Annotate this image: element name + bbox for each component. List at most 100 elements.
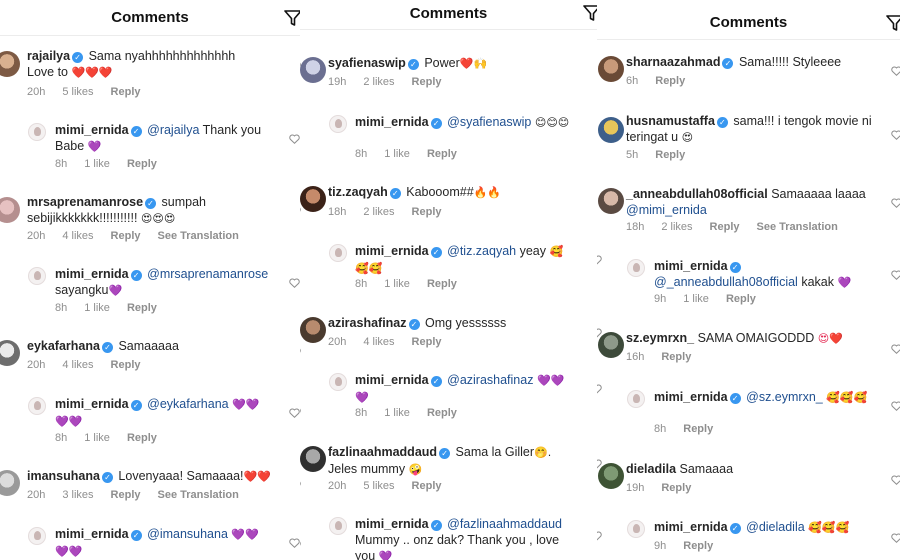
comment-likes[interactable]: 2 likes xyxy=(661,221,692,233)
heart-outline-icon[interactable] xyxy=(597,255,602,265)
mention-link[interactable]: @mimi_ernida xyxy=(626,203,707,217)
heart-outline-icon[interactable] xyxy=(289,278,300,288)
avatar[interactable] xyxy=(28,123,46,141)
comment-likes[interactable]: 1 like xyxy=(84,432,110,444)
heart-outline-icon[interactable] xyxy=(289,408,300,418)
comment-username[interactable]: mimi_ernida xyxy=(55,123,129,137)
avatar[interactable] xyxy=(0,340,20,366)
heart-outline-icon[interactable] xyxy=(891,344,900,354)
comment-likes[interactable]: 5 likes xyxy=(363,480,394,492)
avatar[interactable] xyxy=(28,267,46,285)
heart-outline-icon[interactable] xyxy=(597,531,602,541)
reply-button[interactable]: Reply xyxy=(661,482,691,494)
reply-button[interactable]: Reply xyxy=(111,359,141,371)
comment-likes[interactable]: 3 likes xyxy=(62,489,93,501)
comment-username[interactable]: husnamustaffa xyxy=(626,114,715,128)
heart-outline-icon[interactable] xyxy=(597,384,602,394)
heart-outline-icon[interactable] xyxy=(300,540,301,550)
reply-button[interactable]: Reply xyxy=(127,302,157,314)
mention-link[interactable]: @tiz.zaqyah xyxy=(447,244,516,258)
avatar[interactable] xyxy=(0,51,20,77)
comment-likes[interactable]: 4 likes xyxy=(62,359,93,371)
comment-username[interactable]: mimi_ernida xyxy=(355,115,429,129)
mention-link[interactable]: @_anneabdullah08official xyxy=(654,275,798,289)
heart-outline-icon[interactable] xyxy=(300,206,301,216)
mention-link[interactable]: @fazlinaahmaddaud xyxy=(447,517,562,531)
avatar[interactable] xyxy=(329,517,347,535)
comment-username[interactable]: mimi_ernida xyxy=(654,259,728,273)
comment-username[interactable]: mimi_ernida xyxy=(355,373,429,387)
reply-button[interactable]: Reply xyxy=(726,293,756,305)
comment-likes[interactable]: 2 likes xyxy=(363,206,394,218)
reply-button[interactable]: Reply xyxy=(683,540,713,552)
heart-outline-icon[interactable] xyxy=(300,407,301,417)
comment-username[interactable]: mimi_ernida xyxy=(55,267,129,281)
filter-icon[interactable] xyxy=(886,14,900,32)
mention-link[interactable]: @imansuhana xyxy=(147,527,228,541)
heart-outline-icon[interactable] xyxy=(891,401,900,411)
comment-username[interactable]: mimi_ernida xyxy=(654,520,728,534)
reply-button[interactable]: Reply xyxy=(111,230,141,242)
comment-likes[interactable]: 1 like xyxy=(84,302,110,314)
avatar[interactable] xyxy=(598,332,624,358)
heart-outline-icon[interactable] xyxy=(891,130,900,140)
reply-button[interactable]: Reply xyxy=(710,221,740,233)
mention-link[interactable]: @sz.eymrxn_ xyxy=(746,390,823,404)
see-translation-link[interactable]: See Translation xyxy=(757,221,838,233)
comment-likes[interactable]: 1 like xyxy=(84,158,110,170)
heart-outline-icon[interactable] xyxy=(289,134,300,144)
heart-outline-icon[interactable] xyxy=(891,270,900,280)
heart-outline-icon[interactable] xyxy=(289,538,300,548)
comment-username[interactable]: mimi_ernida xyxy=(55,397,129,411)
mention-link[interactable]: @dieladila xyxy=(746,520,805,534)
reply-button[interactable]: Reply xyxy=(427,407,457,419)
mention-link[interactable]: @rajailya xyxy=(147,123,199,137)
comment-username[interactable]: azirashafinaz xyxy=(328,316,407,330)
heart-outline-icon[interactable] xyxy=(891,533,900,543)
avatar[interactable] xyxy=(598,117,624,143)
comment-username[interactable]: mimi_ernida xyxy=(355,244,429,258)
reply-button[interactable]: Reply xyxy=(412,480,442,492)
reply-button[interactable]: Reply xyxy=(683,423,713,435)
avatar[interactable] xyxy=(28,397,46,415)
reply-button[interactable]: Reply xyxy=(427,278,457,290)
avatar[interactable] xyxy=(0,470,20,496)
avatar[interactable] xyxy=(627,259,645,277)
mention-link[interactable]: @syafienaswip xyxy=(447,115,531,129)
comment-likes[interactable]: 5 likes xyxy=(62,86,93,98)
avatar[interactable] xyxy=(598,188,624,214)
comment-likes[interactable]: 2 likes xyxy=(363,76,394,88)
comment-username[interactable]: syafienaswip xyxy=(328,56,406,70)
comment-likes[interactable]: 4 likes xyxy=(62,230,93,242)
comment-username[interactable]: _anneabdullah08official xyxy=(626,187,768,201)
heart-outline-icon[interactable] xyxy=(300,347,301,357)
heart-outline-icon[interactable] xyxy=(891,198,900,208)
filter-icon[interactable] xyxy=(583,4,597,22)
avatar[interactable] xyxy=(300,446,326,472)
avatar[interactable] xyxy=(598,56,624,82)
reply-button[interactable]: Reply xyxy=(412,206,442,218)
comment-username[interactable]: mimi_ernida xyxy=(654,390,728,404)
reply-button[interactable]: Reply xyxy=(111,489,141,501)
reply-button[interactable]: Reply xyxy=(127,432,157,444)
see-translation-link[interactable]: See Translation xyxy=(158,230,239,242)
comment-likes[interactable]: 4 likes xyxy=(363,336,394,348)
comment-likes[interactable]: 1 like xyxy=(384,407,410,419)
comment-likes[interactable]: 1 like xyxy=(384,148,410,160)
reply-button[interactable]: Reply xyxy=(412,336,442,348)
comment-username[interactable]: mimi_ernida xyxy=(55,527,129,541)
avatar[interactable] xyxy=(0,197,20,223)
comment-username[interactable]: dieladila xyxy=(626,462,676,476)
heart-outline-icon[interactable] xyxy=(891,66,900,76)
avatar[interactable] xyxy=(329,244,347,262)
comment-likes[interactable]: 1 like xyxy=(683,293,709,305)
comment-username[interactable]: rajailya xyxy=(27,49,70,63)
avatar[interactable] xyxy=(329,373,347,391)
comment-likes[interactable]: 1 like xyxy=(384,278,410,290)
see-translation-link[interactable]: See Translation xyxy=(158,489,239,501)
mention-link[interactable]: @eykafarhana xyxy=(147,397,229,411)
comment-username[interactable]: sharnaazahmad xyxy=(626,55,720,69)
avatar[interactable] xyxy=(627,390,645,408)
comment-username[interactable]: sz.eymrxn_ xyxy=(626,331,694,345)
mention-link[interactable]: @azirashafinaz xyxy=(447,373,533,387)
